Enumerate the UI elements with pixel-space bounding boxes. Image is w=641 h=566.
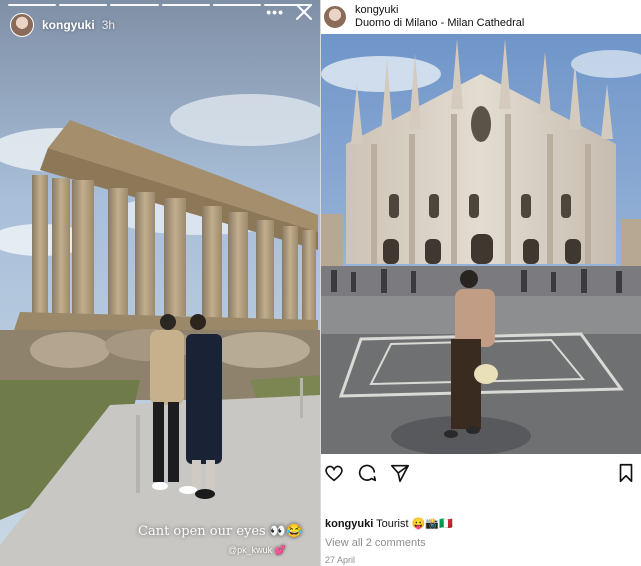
post-date: 27 April [325,555,356,565]
story-username[interactable]: kongyuki [42,18,95,32]
post-photo[interactable] [321,34,641,454]
progress-segment [161,4,210,6]
caption-username[interactable]: kongyuki [325,518,373,530]
story-mention-tag[interactable]: @pk_kwuk 💕 [228,545,286,556]
caption-text: Tourist 😛📸🇮🇹 [373,518,453,530]
view-comments-link[interactable]: View all 2 comments [325,537,426,549]
comment-icon[interactable] [356,462,378,484]
avatar[interactable] [323,5,347,29]
share-icon[interactable] [389,462,411,484]
post-view: kongyuki Duomo di Milano - Milan Cathedr… [321,0,641,566]
post-actions [321,462,641,488]
progress-segment [110,4,159,6]
screenshot-collage: kongyuki 3h ••• Cant open our eyes 👀😂 @p… [0,0,641,566]
story-caption: Cant open our eyes 👀😂 [138,524,303,539]
story-photo [0,0,320,566]
close-icon[interactable] [292,0,316,24]
story-view[interactable]: kongyuki 3h ••• Cant open our eyes 👀😂 @p… [0,0,320,566]
progress-segment [8,4,57,6]
more-horizontal-icon[interactable]: ••• [266,4,284,20]
avatar[interactable] [10,13,34,37]
bookmark-icon[interactable] [615,462,637,484]
heart-icon[interactable] [323,462,345,484]
progress-segment [212,4,261,6]
post-location[interactable]: Duomo di Milano - Milan Cathedral [355,17,524,30]
progress-segment [59,4,108,6]
story-timestamp: 3h [101,18,116,32]
post-username[interactable]: kongyuki [355,4,524,17]
post-caption: kongyuki Tourist 😛📸🇮🇹 [325,517,453,530]
post-header: kongyuki Duomo di Milano - Milan Cathedr… [321,0,641,34]
